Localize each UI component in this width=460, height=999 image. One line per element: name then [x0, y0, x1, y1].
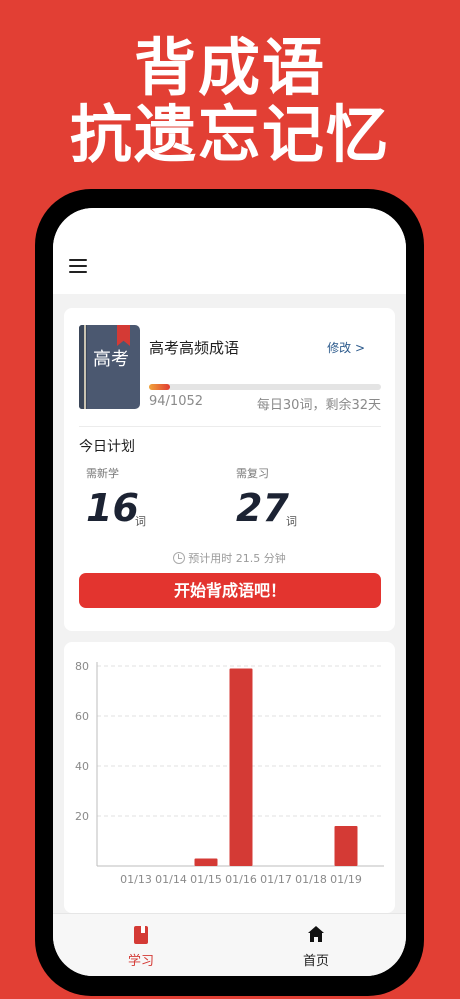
study-plan-card: 高考 高考高频成语 修改 > 94/1052 每日30词，剩余32天 今日计划 …	[64, 308, 395, 631]
app-screen: 高考 高考高频成语 修改 > 94/1052 每日30词，剩余32天 今日计划 …	[53, 208, 406, 976]
bookmark-ribbon	[117, 325, 130, 346]
tab-study-label: 学习	[127, 954, 154, 969]
edit-book-link[interactable]: 修改 >	[327, 339, 365, 356]
y-tick-label: 60	[75, 710, 89, 723]
review-words-count: 27	[236, 486, 289, 530]
daily-bar-chart: 20 40 60 80 01/13 01/14 01/15 01/16 01/17 01/18 01…	[75, 660, 384, 886]
x-tick-label: 01/16	[225, 873, 257, 886]
clock-icon	[173, 552, 186, 564]
phone-frame: 高考 高考高频成语 修改 > 94/1052 每日30词，剩余32天 今日计划 …	[35, 189, 424, 996]
x-tick-label: 01/19	[330, 873, 362, 886]
tab-home[interactable]: 首页	[256, 914, 376, 976]
book-name: 高考高频成语	[149, 339, 240, 357]
new-words-count: 16	[86, 486, 139, 530]
hamburger-menu-icon[interactable]	[69, 259, 87, 273]
x-tick-label: 01/18	[295, 873, 327, 886]
progress-count: 94/1052	[149, 394, 204, 409]
tab-study[interactable]: 学习	[81, 914, 201, 976]
start-study-button[interactable]: 开始背成语吧！	[79, 573, 381, 608]
review-words-unit: 词	[286, 515, 297, 528]
promo-headline-line2: 抗遗忘记忆	[69, 98, 390, 171]
tab-home-label: 首页	[302, 954, 329, 969]
bar-01/19	[334, 826, 358, 866]
book-cover-title: 高考	[93, 349, 129, 370]
estimated-time-text: 预计用时 21.5 分钟	[188, 552, 286, 565]
progress-remaining: 每日30词，剩余32天	[256, 398, 381, 413]
book-icon	[134, 926, 148, 944]
x-tick-label: 01/15	[190, 873, 222, 886]
x-tick-label: 01/13	[120, 873, 152, 886]
y-tick-label: 80	[75, 660, 89, 673]
x-tick-label: 01/14	[155, 873, 187, 886]
estimated-time: 预计用时 21.5 分钟	[64, 550, 395, 566]
top-bar	[53, 208, 406, 294]
new-words-label: 需新学	[86, 467, 119, 480]
promo-headline-line1: 背成语	[133, 31, 326, 104]
bottom-tab-bar: 学习 首页	[53, 913, 406, 976]
y-tick-label: 40	[75, 760, 89, 773]
review-words-label: 需复习	[236, 467, 269, 480]
progress-bar	[149, 384, 381, 390]
x-tick-label: 01/17	[260, 873, 292, 886]
book-cover[interactable]: 高考	[79, 325, 140, 409]
home-icon	[308, 926, 324, 942]
history-chart-card: 20 40 60 80 01/13 01/14 01/15 01/16 01/17 01/18 01…	[64, 642, 395, 913]
new-words-unit: 词	[135, 515, 146, 528]
divider	[79, 426, 381, 427]
bar-01/15	[194, 858, 218, 866]
bar-01/16	[229, 668, 253, 866]
plan-title: 今日计划	[79, 439, 135, 455]
progress-bar-fill	[149, 384, 170, 390]
y-tick-label: 20	[75, 810, 89, 823]
